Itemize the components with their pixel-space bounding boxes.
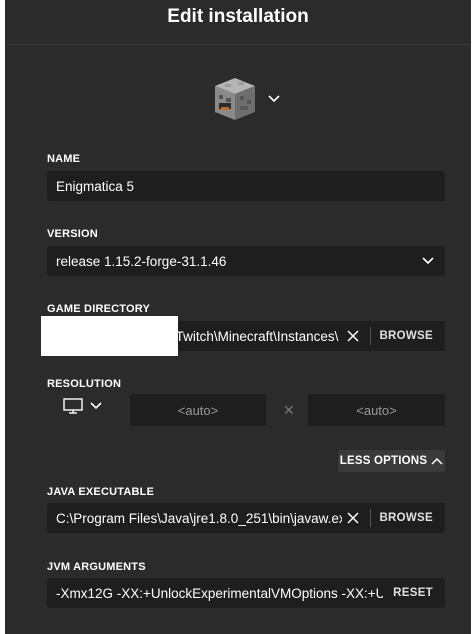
monitor-icon — [63, 398, 83, 414]
resolution-row: <auto> ✕ <auto> — [47, 394, 445, 426]
reset-jvm-arguments-button[interactable]: RESET — [383, 587, 445, 599]
jvm-arguments-label: JVM ARGUMENTS — [47, 561, 146, 573]
game-directory-label: GAME DIRECTORY — [47, 303, 151, 315]
divider — [370, 327, 372, 345]
java-executable-field[interactable]: C:\Program Files\Java\jre1.8.0_251\bin\j… — [47, 503, 445, 533]
installation-icon-picker[interactable] — [213, 74, 293, 124]
chevron-down-icon — [90, 402, 102, 410]
chevron-down-icon — [422, 257, 434, 265]
less-options-label: LESS OPTIONS — [339, 455, 428, 467]
jvm-arguments-input-value[interactable]: -Xmx12G -XX:+UnlockExperimentalVMOptions… — [47, 586, 383, 601]
version-select-value: release 1.15.2-forge-31.1.46 — [56, 253, 227, 269]
chevron-up-icon — [431, 457, 443, 465]
jvm-arguments-field[interactable]: -Xmx12G -XX:+UnlockExperimentalVMOptions… — [47, 578, 445, 608]
close-icon — [347, 512, 359, 524]
version-label: VERSION — [47, 228, 98, 240]
resolution-height-input[interactable]: <auto> — [308, 394, 445, 426]
version-select[interactable]: release 1.15.2-forge-31.1.46 — [47, 246, 445, 276]
dialog-title: Edit installation — [167, 6, 309, 27]
clear-java-executable-button[interactable] — [342, 503, 364, 533]
browse-java-executable-button[interactable]: BROWSE — [377, 512, 445, 524]
divider — [370, 509, 372, 527]
times-separator: ✕ — [283, 402, 295, 418]
resolution-label: RESOLUTION — [47, 378, 122, 390]
clear-game-directory-button[interactable] — [342, 321, 364, 351]
browse-game-directory-button[interactable]: BROWSE — [377, 330, 445, 342]
less-options-button[interactable]: LESS OPTIONS — [338, 450, 445, 472]
redaction-box — [41, 316, 178, 356]
title-divider — [5, 44, 471, 45]
name-label: NAME — [47, 153, 81, 165]
java-executable-label: JAVA EXECUTABLE — [47, 486, 155, 498]
name-input-value[interactable]: Enigmatica 5 — [47, 179, 445, 194]
chevron-down-icon — [268, 95, 280, 103]
resolution-preset-dropdown[interactable] — [63, 398, 103, 414]
resolution-width-input[interactable]: <auto> — [130, 394, 266, 426]
edit-installation-dialog: Edit installation NAME Enigmatica 5 VERS… — [5, 0, 471, 634]
name-field[interactable]: Enigmatica 5 — [47, 171, 445, 201]
close-icon — [347, 330, 359, 342]
java-executable-input-value[interactable]: C:\Program Files\Java\jre1.8.0_251\bin\j… — [47, 511, 342, 526]
furnace-icon — [215, 78, 255, 120]
